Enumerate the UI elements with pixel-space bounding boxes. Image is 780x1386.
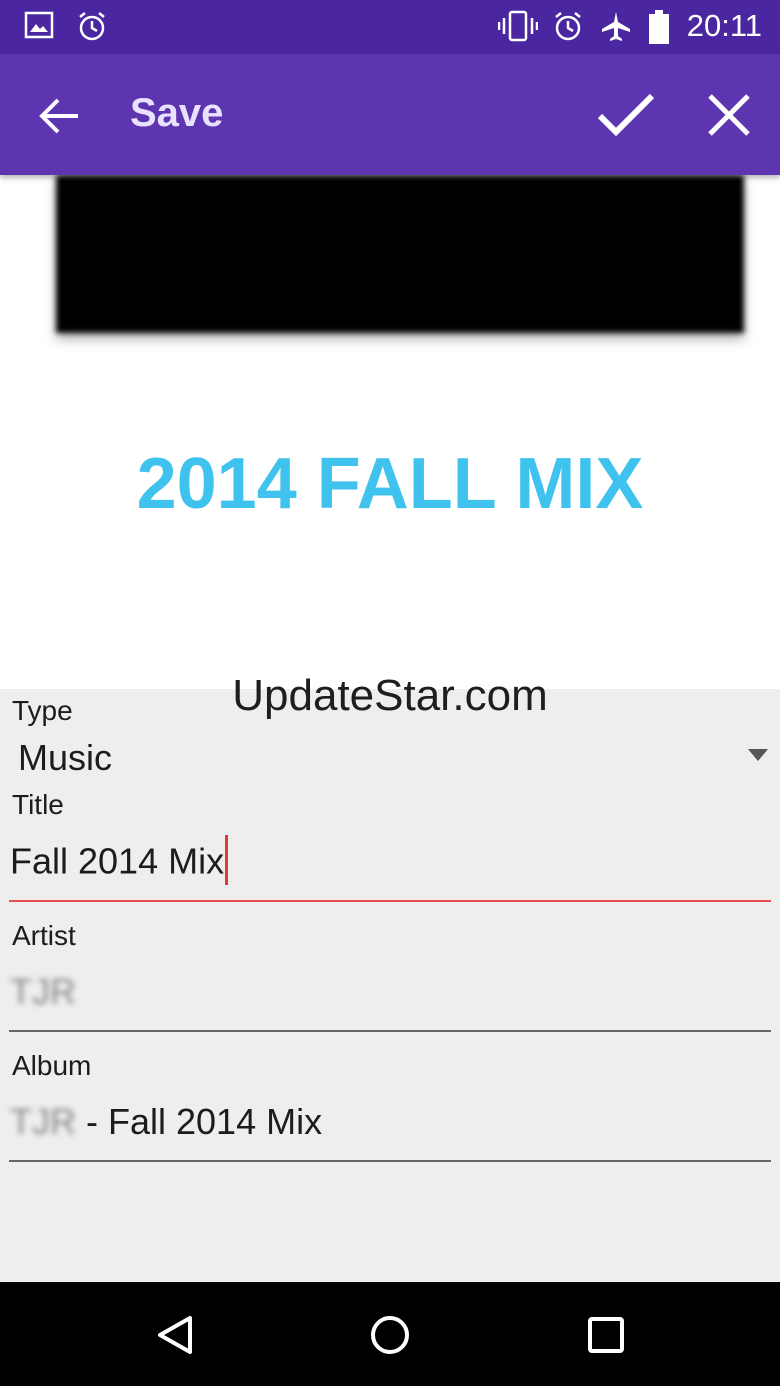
alarm-icon <box>79 12 105 41</box>
recents-square-icon[interactable] <box>583 1312 629 1358</box>
artist-input-text: TJR <box>10 971 76 1012</box>
title-input-underline <box>9 900 771 902</box>
check-icon[interactable] <box>596 90 656 140</box>
image-icon <box>24 11 54 39</box>
album-input[interactable]: TJR - Fall 2014 Mix <box>10 1101 322 1143</box>
vibrate-icon <box>498 10 538 42</box>
dropdown-arrow-icon[interactable] <box>748 749 768 761</box>
airplane-icon <box>602 12 630 41</box>
artist-label: Artist <box>12 920 76 951</box>
status-bar: 20:11 <box>0 0 780 54</box>
type-dropdown[interactable]: Music <box>0 731 780 789</box>
text-cursor <box>225 835 229 885</box>
watermark: UpdateStar.com <box>232 671 548 720</box>
artist-input-underline <box>9 1030 771 1032</box>
page-title: Save <box>130 91 224 135</box>
type-value: Music <box>18 737 113 778</box>
navigation-bar <box>0 1282 780 1386</box>
type-label: Type <box>12 695 73 726</box>
artwork-logo-block <box>56 175 744 333</box>
back-arrow-icon[interactable] <box>36 94 84 138</box>
title-input-text: Fall 2014 Mix <box>10 840 225 882</box>
album-input-text: - Fall 2014 Mix <box>76 1101 323 1142</box>
close-icon[interactable] <box>704 90 754 140</box>
album-label: Album <box>12 1050 92 1081</box>
battery-icon <box>649 10 669 44</box>
home-circle-icon[interactable] <box>367 1312 413 1358</box>
tag-edit-form: UpdateStar.com Type Music Title Fall 201… <box>0 671 780 1282</box>
back-triangle-icon[interactable] <box>152 1312 198 1358</box>
status-time: 20:11 <box>686 8 762 43</box>
album-input-artist: TJR <box>10 1101 76 1142</box>
artist-input[interactable]: TJR <box>10 971 76 1013</box>
title-input[interactable]: Fall 2014 Mix <box>10 835 229 889</box>
album-artwork[interactable]: 2014 FALL MIX <box>0 175 780 689</box>
alarm-icon <box>555 12 581 41</box>
album-input-underline <box>9 1160 771 1162</box>
title-label: Title <box>12 789 64 820</box>
artwork-mix-title: 2014 FALL MIX <box>136 444 644 524</box>
app-bar: Save <box>0 54 780 175</box>
